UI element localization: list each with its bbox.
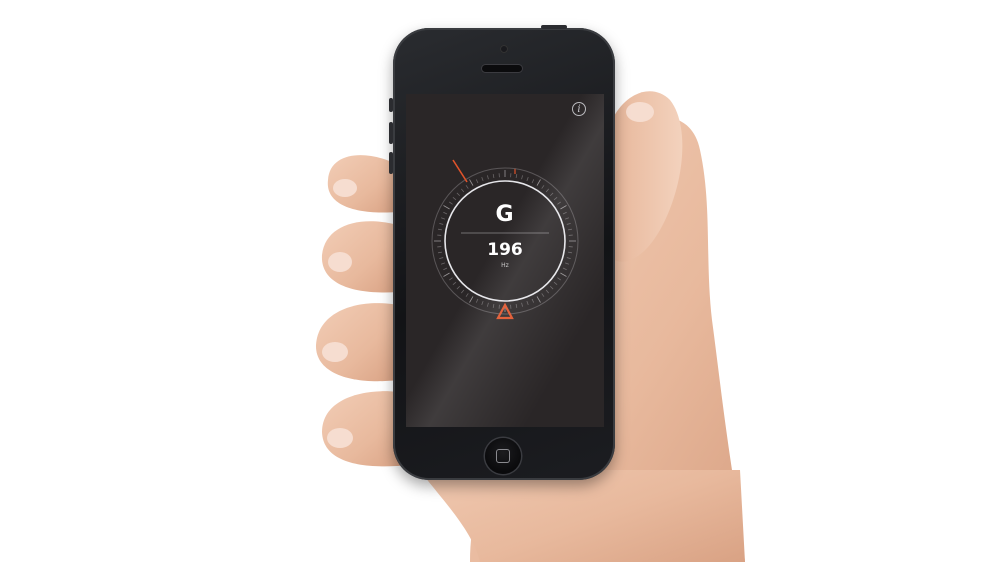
dial-tick	[531, 298, 535, 303]
dial-tick	[481, 301, 484, 306]
phone-device: i G 196 Hz	[389, 25, 615, 480]
frequency-value: 196	[487, 240, 523, 260]
dial-tick	[456, 192, 461, 197]
dial-tick	[549, 285, 554, 290]
earpiece-speaker	[482, 65, 522, 72]
dial-tick	[567, 228, 573, 231]
dial-tick	[536, 179, 541, 186]
dial-tick	[560, 272, 567, 277]
dial-tick	[456, 285, 461, 290]
dial-tick	[492, 173, 495, 179]
dial-tick	[465, 185, 469, 189]
dial-tick	[545, 188, 550, 193]
dial-tick	[526, 301, 529, 306]
app-screen: i G 196 Hz	[406, 94, 604, 427]
dial-tick	[553, 281, 558, 286]
volume-button	[389, 122, 393, 144]
dial-tick	[469, 179, 474, 186]
dial-tick	[487, 302, 489, 307]
stage: i G 196 Hz	[0, 0, 1000, 562]
dial-tick	[452, 281, 457, 286]
front-camera	[500, 45, 508, 53]
power-button	[541, 25, 567, 29]
note-name: G	[495, 202, 515, 227]
dial-tick	[531, 179, 535, 184]
dial-tick	[465, 293, 469, 297]
dial-tick	[481, 176, 484, 181]
dial-tick	[460, 289, 465, 294]
volume-button	[389, 98, 393, 112]
dial-tick	[557, 277, 561, 281]
dial-tick	[449, 277, 453, 281]
dial-tick	[443, 272, 450, 277]
dial-tick	[469, 296, 474, 303]
dial-tick	[536, 296, 541, 303]
tuner-dial	[431, 159, 579, 320]
home-button[interactable]	[485, 438, 521, 474]
dial-tick	[526, 176, 529, 181]
dial-tick	[541, 293, 545, 297]
dial-tick	[492, 303, 495, 309]
dial-tick	[549, 192, 554, 197]
dial-tick	[437, 228, 443, 231]
volume-button	[389, 152, 393, 174]
dial-tick	[521, 302, 523, 307]
dial-tick	[515, 173, 518, 179]
pitch-needle	[452, 159, 468, 183]
frequency-unit: Hz	[501, 262, 509, 269]
dial-tick	[541, 185, 545, 189]
dial-tick	[452, 196, 457, 201]
dial-tick	[487, 175, 489, 180]
dial-tick	[475, 179, 479, 184]
dial-tick	[545, 289, 550, 294]
home-square-icon	[496, 449, 510, 463]
dial-tick	[521, 175, 523, 180]
dial-tick	[515, 303, 518, 309]
dial-tick	[460, 188, 465, 193]
dial-tick	[475, 298, 479, 303]
dial-tick	[553, 196, 558, 201]
